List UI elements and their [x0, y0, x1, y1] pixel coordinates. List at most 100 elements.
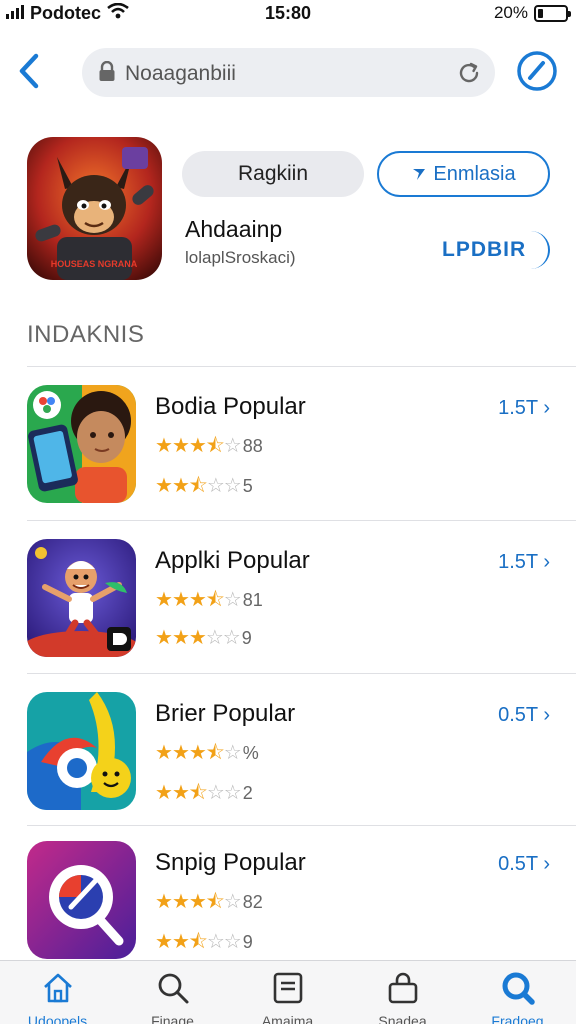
search-compass-app-icon: [27, 841, 136, 959]
star-icon: ★: [155, 589, 173, 611]
search-icon: [502, 972, 535, 1005]
app-icon[interactable]: [27, 539, 136, 657]
tab-label: Snadea: [378, 1013, 427, 1024]
girl-with-phone-icon: [27, 385, 136, 503]
app-price-button[interactable]: 1.5T ›: [498, 397, 550, 420]
rating-stars: ★★★⯪☆%: [155, 738, 259, 772]
featured-icon-caption: HOUSEAS NGRANA: [51, 259, 138, 269]
rating-count: 82: [242, 892, 263, 912]
star-icon: ★: [188, 742, 207, 764]
app-price-button[interactable]: 0.5T ›: [498, 853, 550, 876]
arrow-icon: [413, 169, 426, 180]
app-title: Bodia Popular: [155, 393, 306, 420]
star-icon: ☆: [223, 435, 242, 457]
divider: [27, 673, 576, 674]
featured-blue-button[interactable]: Enmlasia: [377, 151, 550, 197]
star-icon: ★: [188, 435, 207, 457]
app-price-button[interactable]: 1.5T ›: [498, 551, 550, 574]
section-title: INDAKNIS: [27, 321, 145, 348]
reload-icon[interactable]: [455, 59, 483, 92]
star-icon: ☆: [223, 931, 242, 953]
rating-stars: ★★★⯪☆ 81: [155, 585, 263, 619]
lock-icon: [98, 60, 116, 88]
star-icon: ★: [155, 891, 173, 913]
smiley-swirl-icon: [27, 692, 136, 810]
tab-label: Udoopels: [27, 1013, 88, 1024]
star-icon: ★: [171, 589, 190, 611]
tab-bar: Udoopels Finage Amaima Snadea Fradoeg: [0, 960, 576, 1024]
app-title: Applki Popular: [155, 547, 310, 574]
app-price-button[interactable]: 0.5T ›: [498, 704, 550, 727]
star-icon: ☆: [223, 782, 242, 804]
app-price: 1.5T: [498, 397, 538, 419]
rating-count: %: [242, 743, 259, 763]
compass-icon: [517, 51, 557, 91]
star-icon: ☆: [223, 589, 242, 611]
divider: [27, 520, 576, 521]
star-icon: ★: [155, 931, 173, 953]
star-icon: ☆: [222, 627, 241, 649]
tab-3[interactable]: Amaima: [230, 961, 345, 1024]
tab-5[interactable]: Fradoeg: [460, 961, 575, 1024]
star-icon: ★: [171, 891, 190, 913]
star-icon: ☆: [206, 931, 225, 953]
featured-app-icon[interactable]: HOUSEAS NGRANA: [27, 137, 162, 280]
star-icon: ⯪: [205, 435, 225, 457]
featured-load-button[interactable]: LPDBIR: [436, 231, 550, 269]
app-icon[interactable]: [27, 692, 136, 810]
star-icon: ⯪: [188, 782, 208, 804]
divider: [27, 366, 576, 367]
divider: [27, 825, 576, 826]
rating-count: 5: [242, 476, 253, 496]
star-icon: ★: [188, 627, 207, 649]
star-icon: ⯪: [205, 891, 225, 913]
app-icon[interactable]: [27, 841, 136, 959]
rating-stars: ★★★⯪☆ 82: [155, 887, 263, 921]
star-icon: ★: [171, 475, 190, 497]
status-bar: Podotec 15:80 20%: [0, 0, 576, 26]
chevron-right-icon: ›: [537, 397, 550, 419]
battery-fill: [538, 8, 544, 18]
back-button[interactable]: [12, 50, 48, 94]
rating-count: 9: [242, 932, 253, 952]
featured-gray-button[interactable]: Ragkiin: [182, 151, 364, 197]
chevron-right-icon: ›: [537, 551, 550, 573]
star-icon: ★: [188, 891, 207, 913]
rating-count: 9: [241, 628, 252, 648]
star-icon: ★: [155, 627, 173, 649]
app-icon[interactable]: [27, 385, 136, 503]
tab-label: Finage: [151, 1013, 194, 1024]
list-item[interactable]: Brier Popular 0.5T › ★★★⯪☆% ★★⯪☆☆ 2: [0, 692, 576, 842]
rating-stars: ★★★⯪☆ 88: [155, 431, 263, 465]
app-price: 0.5T: [498, 853, 538, 875]
list-item[interactable]: Applki Popular 1.5T › ★★★⯪☆ 81 ★★★☆☆ 9: [0, 539, 576, 689]
tab-4[interactable]: Snadea: [345, 961, 460, 1024]
search-icon: [158, 973, 189, 1004]
status-right: 20%: [494, 3, 571, 23]
document-icon: [273, 972, 303, 1004]
star-icon: ★: [155, 435, 173, 457]
star-icon: ⯪: [205, 742, 225, 764]
list-item[interactable]: Bodia Popular 1.5T › ★★★⯪☆ 88 ★★⯪☆☆ 5: [0, 385, 576, 535]
tab-label: Fradoeg: [491, 1013, 544, 1024]
app-price: 1.5T: [498, 551, 538, 573]
rating-stars: ★★⯪☆☆ 5: [155, 471, 253, 505]
star-icon: ★: [171, 782, 190, 804]
star-icon: ★: [171, 627, 190, 649]
star-icon: ☆: [206, 782, 225, 804]
star-icon: ★: [188, 589, 207, 611]
rating-stars: ★★⯪☆☆ 9: [155, 927, 253, 961]
featured-blue-button-label: Enmlasia: [433, 162, 516, 185]
url-bar[interactable]: Noaaganbiii: [82, 48, 495, 97]
rating-stars: ★★★☆☆ 9: [155, 625, 252, 650]
star-icon: ★: [155, 782, 173, 804]
compass-button[interactable]: [516, 50, 558, 92]
tab-1[interactable]: Udoopels: [0, 961, 115, 1024]
star-icon: ⯪: [188, 475, 208, 497]
star-icon: ⯪: [205, 589, 225, 611]
tab-2[interactable]: Finage: [115, 961, 230, 1024]
game-character-icon: HOUSEAS NGRANA: [27, 137, 162, 280]
url-text: Noaaganbiii: [125, 62, 236, 85]
cartoon-character-icon: [27, 539, 136, 657]
chevron-right-icon: ›: [537, 704, 550, 726]
